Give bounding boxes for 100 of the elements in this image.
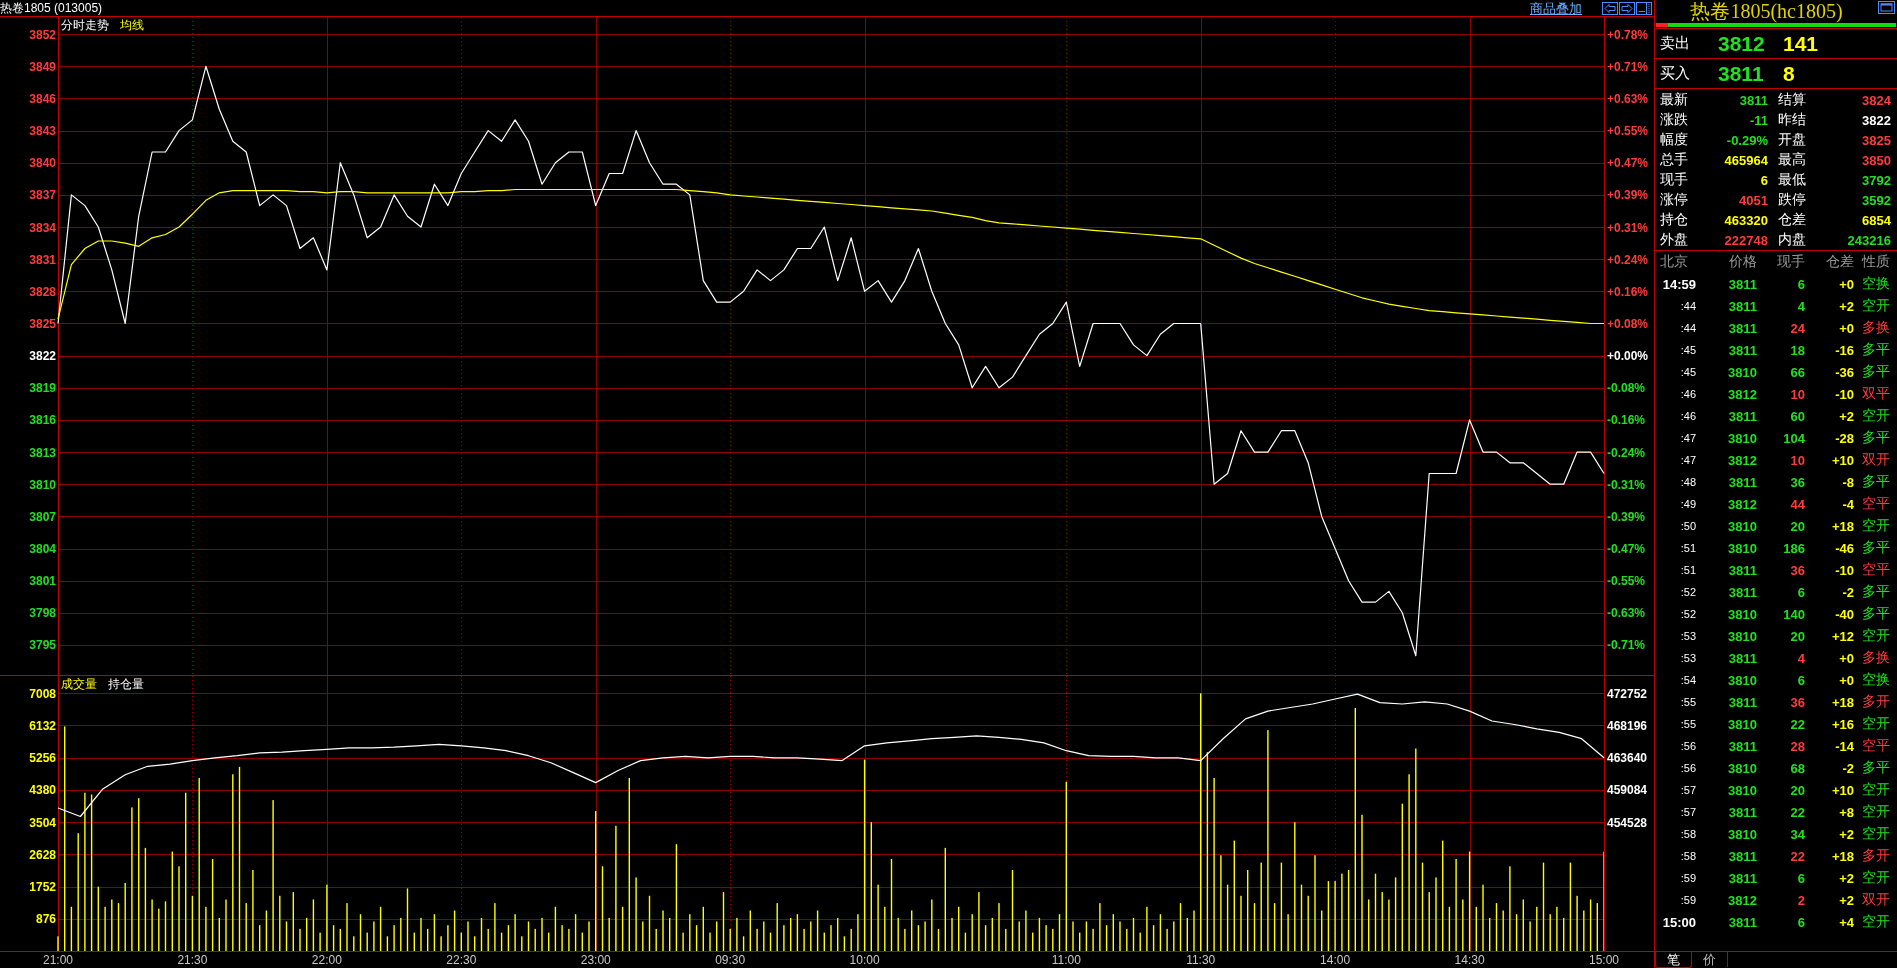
tick-time: :46 (1680, 388, 1697, 400)
tick-position-change: +8 (1839, 804, 1855, 820)
percent-axis-label: -0.16% (1607, 413, 1646, 428)
tick-position-change: -10 (1835, 386, 1855, 402)
tick-time: :45 (1680, 366, 1697, 378)
volume-bar (1327, 881, 1330, 951)
tick-position-change: -46 (1835, 540, 1855, 556)
tick-price: 3810 (1728, 672, 1758, 688)
tick-volume: 4 (1797, 650, 1806, 666)
stat-value: 3792 (1862, 172, 1891, 188)
view-tab[interactable]: 笔 (1655, 952, 1692, 968)
stat-label: 最高 (1777, 151, 1807, 169)
tick-volume: 36 (1790, 694, 1806, 710)
volume-bar (1589, 899, 1592, 951)
stat-value: 3850 (1862, 152, 1891, 168)
tick-volume: 6 (1797, 584, 1806, 600)
tick-type: 多平 (1861, 429, 1890, 447)
tick-position-change: +4 (1839, 914, 1855, 930)
tick-price: 3810 (1728, 518, 1758, 534)
tick-type: 空平 (1861, 561, 1890, 579)
tick-price: 3811 (1728, 408, 1758, 424)
percent-axis-label: +0.55% (1607, 124, 1649, 139)
tick-volume: 44 (1790, 496, 1806, 512)
open-interest-axis-label: 468196 (1607, 718, 1648, 733)
volume-bar (500, 932, 503, 951)
time-axis-label: 22:30 (446, 953, 477, 967)
tick-type: 双开 (1861, 891, 1890, 909)
tick-time: :50 (1680, 520, 1697, 532)
stat-label: 最低 (1777, 171, 1807, 189)
stat-label: 跌停 (1777, 191, 1807, 209)
tick-type: 空开 (1861, 627, 1890, 645)
tick-price: 3812 (1728, 386, 1758, 402)
price-axis-label: 3801 (29, 574, 56, 589)
arrow-right-icon[interactable] (1619, 1, 1635, 15)
price-axis-label: 3807 (29, 509, 56, 524)
volume-bar (1152, 925, 1155, 951)
order-volume: 8 (1783, 61, 1795, 86)
tick-position-change: +0 (1839, 650, 1855, 666)
tick-time: :51 (1680, 564, 1697, 576)
volume-bar (917, 925, 920, 951)
column-header: 北京 (1659, 253, 1689, 271)
tick-time: :44 (1680, 322, 1697, 334)
tick-time: :59 (1680, 894, 1697, 906)
tick-price: 3810 (1728, 760, 1758, 776)
price-axis-label: 3852 (29, 27, 56, 42)
tick-price: 3810 (1728, 606, 1758, 622)
tick-type: 空开 (1861, 517, 1890, 535)
tick-price: 3811 (1728, 342, 1758, 358)
tick-time: :48 (1680, 476, 1697, 488)
stat-label: 涨跌 (1660, 111, 1689, 129)
tick-position-change: -40 (1835, 606, 1855, 622)
view-tab[interactable]: 价 (1692, 952, 1728, 967)
overlay-link[interactable]: 商品叠加 (1530, 0, 1582, 16)
arrow-left-icon[interactable] (1602, 1, 1618, 15)
price-axis-label: 3804 (29, 542, 56, 557)
tick-type: 双平 (1861, 385, 1890, 403)
percent-axis-label: -0.31% (1607, 477, 1646, 492)
split-view-icon[interactable] (1636, 1, 1652, 15)
tick-position-change: +12 (1831, 628, 1855, 644)
stat-value: -11 (1749, 112, 1768, 128)
volume-axis-label: 6132 (29, 718, 56, 733)
tick-price: 3811 (1728, 320, 1758, 336)
volume-bar (1038, 917, 1041, 951)
order-price: 3812 (1718, 31, 1766, 56)
volume-axis-label: 4380 (29, 783, 56, 798)
percent-axis-label: +0.47% (1607, 156, 1649, 171)
time-axis-label: 11:00 (1051, 953, 1081, 967)
tick-price: 3810 (1728, 782, 1758, 798)
tick-time: 15:00 (1662, 914, 1697, 930)
volume-bar (964, 932, 967, 951)
volume-bar (1495, 903, 1498, 951)
price-axis-label: 3831 (29, 252, 56, 267)
volume-axis-label: 7008 (29, 686, 56, 701)
tick-position-change: +18 (1831, 518, 1855, 534)
tick-volume: 18 (1790, 342, 1806, 358)
column-header: 仓差 (1826, 253, 1855, 271)
percent-axis-label: +0.39% (1607, 188, 1649, 203)
tick-type: 空平 (1861, 495, 1890, 513)
volume-bar (117, 903, 120, 951)
tick-position-change: -28 (1835, 430, 1855, 446)
volume-bar (1448, 906, 1451, 951)
tick-time: :46 (1680, 410, 1697, 422)
stat-label: 幅度 (1660, 131, 1689, 149)
tick-type: 多开 (1861, 847, 1890, 865)
maximize-icon[interactable] (1878, 1, 1895, 14)
percent-axis-label: +0.00% (1607, 349, 1649, 364)
contract-title: 热卷1805(hc1805) (1689, 0, 1844, 22)
tick-volume: 20 (1790, 518, 1806, 534)
stat-value: 222748 (1724, 232, 1768, 248)
chart-legend-label: 均线 (120, 18, 144, 33)
stat-value: 463320 (1724, 212, 1768, 228)
percent-axis-label: +0.16% (1607, 284, 1649, 299)
volume-bar (796, 914, 799, 951)
tick-volume: 104 (1783, 430, 1806, 446)
tick-position-change: +16 (1831, 716, 1855, 732)
tick-volume: 66 (1790, 364, 1806, 380)
volume-bar (359, 914, 362, 951)
tick-type: 多开 (1861, 693, 1890, 711)
volume-bar (1159, 914, 1162, 951)
tick-type: 多平 (1861, 539, 1890, 557)
